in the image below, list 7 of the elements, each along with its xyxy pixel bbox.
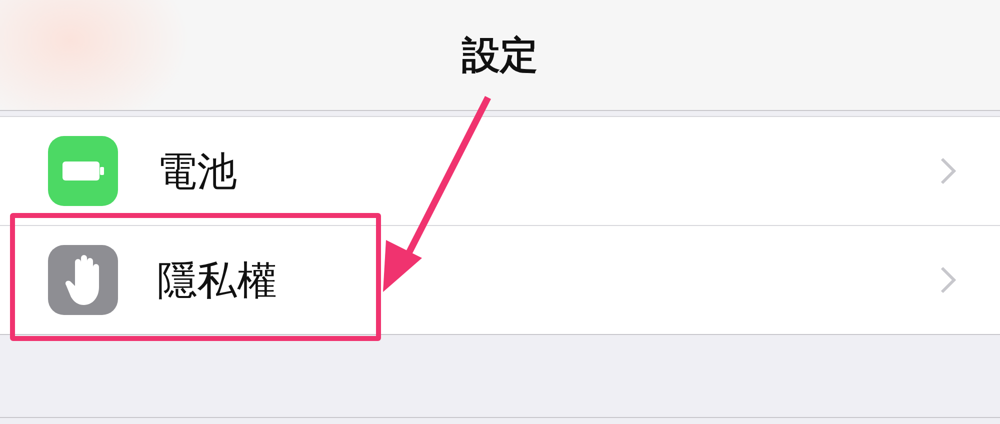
chevron-icon bbox=[940, 266, 956, 294]
settings-row[interactable]: 電池 bbox=[0, 117, 1000, 225]
page-title: 設定 bbox=[462, 36, 538, 79]
row-label: 隱私權 bbox=[157, 256, 278, 306]
battery-icon bbox=[61, 160, 105, 182]
chevron-icon bbox=[940, 157, 956, 185]
row-label: 電池 bbox=[157, 148, 238, 196]
